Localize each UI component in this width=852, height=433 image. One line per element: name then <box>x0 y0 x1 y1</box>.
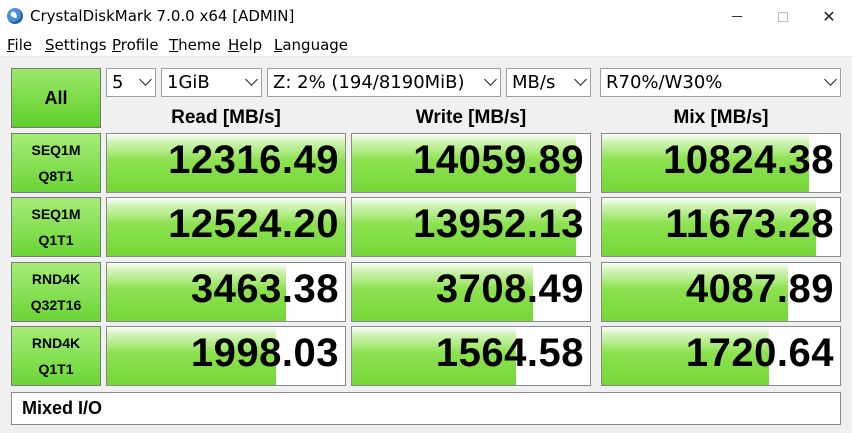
write-header: Write [MB/s] <box>415 107 527 128</box>
test-seq1m-q8t1-button[interactable]: SEQ1M Q8T1 <box>11 133 101 193</box>
write-result-cell: 13952.13 <box>351 197 591 257</box>
all-button[interactable]: All <box>11 68 101 128</box>
read-value: 3463.38 <box>190 267 339 311</box>
read-header: Read [MB/s] <box>171 107 281 128</box>
menu-theme[interactable]: Theme <box>169 36 221 54</box>
menu-profile[interactable]: Profile <box>112 36 159 54</box>
menu-bar: File Settings Profile Theme Help Languag… <box>0 33 852 57</box>
mix-header: Mix [MB/s] <box>673 107 769 128</box>
close-icon: ✕ <box>822 7 836 26</box>
mix-value: 11673.28 <box>665 202 834 246</box>
mix-ratio-value: R70%/W30% <box>606 72 723 93</box>
write-value: 14059.89 <box>413 138 584 182</box>
test-rnd4k-q1t1-button[interactable]: RND4K Q1T1 <box>11 326 101 386</box>
drive-select[interactable]: Z: 2% (194/8190MiB) <box>267 68 501 97</box>
read-value: 12524.20 <box>168 202 339 246</box>
minimize-icon <box>732 16 742 17</box>
mix-result-cell: 11673.28 <box>601 197 841 257</box>
mix-result-cell: 4087.89 <box>601 262 841 322</box>
write-result-cell: 3708.49 <box>351 262 591 322</box>
test-size-select[interactable]: 1GiB <box>161 68 262 97</box>
mix-ratio-select[interactable]: R70%/W30% <box>600 68 841 97</box>
write-result-cell: 14059.89 <box>351 133 591 193</box>
menu-file[interactable]: File <box>7 36 32 54</box>
test-label-line2: Q8T1 <box>38 168 74 184</box>
write-value: 13952.13 <box>413 202 584 246</box>
mix-value: 10824.38 <box>663 138 834 182</box>
write-value: 1564.58 <box>435 331 584 375</box>
chevron-down-icon <box>245 73 258 86</box>
test-size-value: 1GiB <box>167 72 210 93</box>
unit-select[interactable]: MB/s <box>506 68 591 97</box>
read-result-cell: 3463.38 <box>106 262 346 322</box>
test-count-value: 5 <box>112 72 124 93</box>
mix-result-cell: 1720.64 <box>601 326 841 386</box>
test-seq1m-q1t1-button[interactable]: SEQ1M Q1T1 <box>11 197 101 257</box>
chevron-down-icon <box>484 73 497 86</box>
window-title: CrystalDiskMark 7.0.0 x64 [ADMIN] <box>30 7 295 25</box>
drive-value: Z: 2% (194/8190MiB) <box>273 72 465 93</box>
mix-result-cell: 10824.38 <box>601 133 841 193</box>
read-result-cell: 12316.49 <box>106 133 346 193</box>
test-label-line2: Q1T1 <box>38 361 74 377</box>
test-label-line2: Q1T1 <box>38 232 74 248</box>
mix-value: 1720.64 <box>685 331 834 375</box>
read-value: 1998.03 <box>190 331 339 375</box>
test-label-line2: Q32T16 <box>30 297 82 313</box>
menu-help[interactable]: Help <box>228 36 262 54</box>
write-result-cell: 1564.58 <box>351 326 591 386</box>
test-count-select[interactable]: 5 <box>106 68 156 97</box>
unit-value: MB/s <box>512 72 556 93</box>
read-result-cell: 1998.03 <box>106 326 346 386</box>
test-label-line1: RND4K <box>31 335 81 351</box>
test-label-line1: SEQ1M <box>31 206 81 222</box>
comment-text: Mixed I/O <box>22 398 103 418</box>
crystaldiskmark-icon <box>7 8 23 24</box>
test-label-line1: RND4K <box>31 271 81 287</box>
mix-value: 4087.89 <box>685 267 834 311</box>
menu-language[interactable]: Language <box>274 36 348 54</box>
test-label-line1: SEQ1M <box>31 142 81 158</box>
comment-field[interactable]: Mixed I/O <box>11 392 841 425</box>
chevron-down-icon <box>824 73 837 86</box>
close-button[interactable]: ✕ <box>806 0 852 33</box>
minimize-button[interactable] <box>714 0 760 33</box>
menu-settings[interactable]: Settings <box>45 36 107 54</box>
write-value: 3708.49 <box>435 267 584 311</box>
maximize-icon <box>778 11 788 22</box>
read-result-cell: 12524.20 <box>106 197 346 257</box>
title-bar[interactable]: CrystalDiskMark 7.0.0 x64 [ADMIN] ✕ <box>0 0 852 33</box>
chevron-down-icon <box>139 73 152 86</box>
read-value: 12316.49 <box>168 138 339 182</box>
chevron-down-icon <box>574 73 587 86</box>
maximize-button[interactable] <box>760 0 806 33</box>
test-rnd4k-q32t16-button[interactable]: RND4K Q32T16 <box>11 262 101 322</box>
